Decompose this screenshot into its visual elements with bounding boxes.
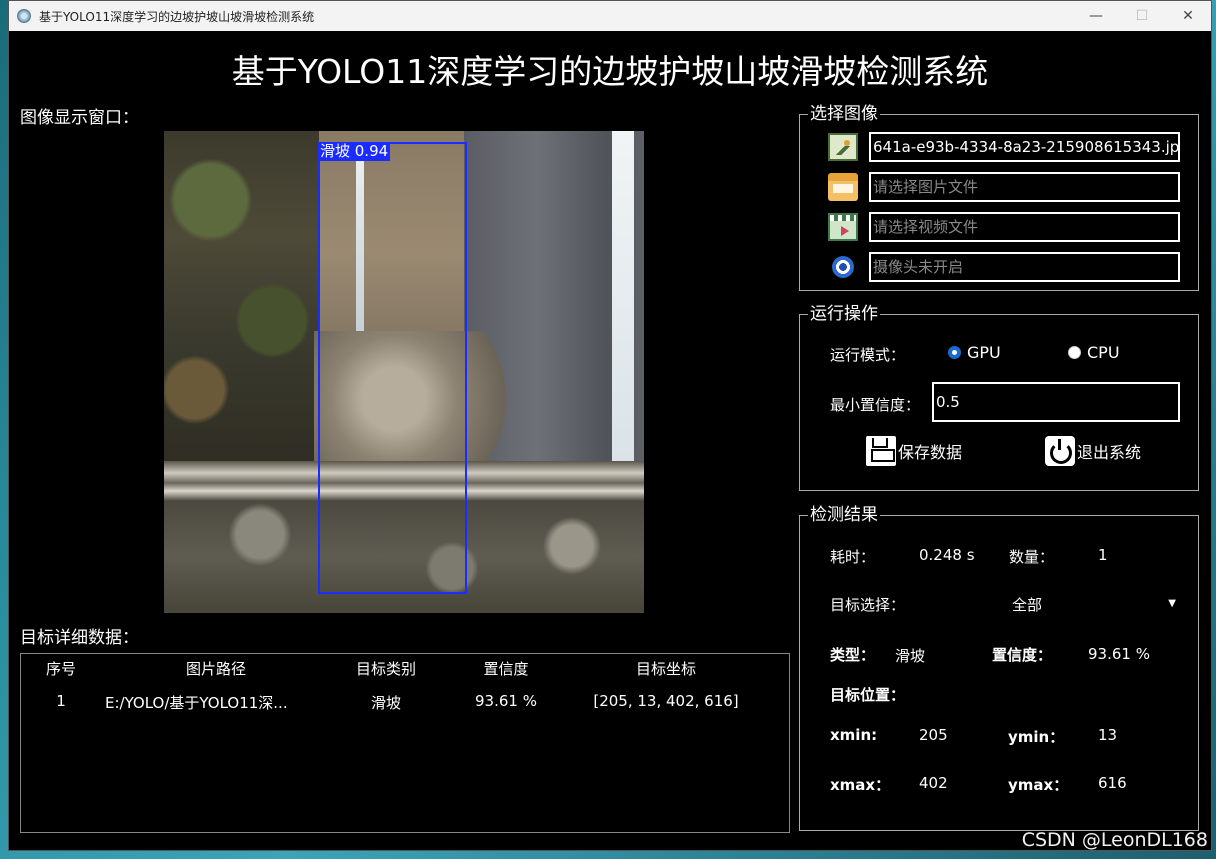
minimize-button[interactable]: —: [1073, 1, 1119, 31]
column-header[interactable]: 置信度: [441, 658, 571, 679]
column-header[interactable]: 目标类别: [331, 658, 441, 679]
column-header[interactable]: 图片路径: [101, 658, 331, 679]
run-operations-group: 运行操作 运行模式： GPU CPU 最小置信度： 0.5 保存数据 退出系统: [799, 304, 1199, 491]
ymin-label: ymin：: [1008, 728, 1065, 746]
save-data-label: 保存数据: [898, 443, 963, 462]
confidence-value: 93.61 %: [1088, 645, 1150, 663]
save-icon: [866, 436, 896, 466]
cpu-label: CPU: [1087, 343, 1120, 362]
count-label: 数量：: [1009, 548, 1055, 566]
video-icon[interactable]: [828, 213, 858, 241]
ymax-value: 616: [1098, 774, 1127, 792]
window-controls: — ☐ ✕: [1073, 1, 1211, 31]
gpu-label: GPU: [967, 343, 1001, 362]
image-panel-label: 图像显示窗口：: [20, 108, 139, 128]
camera-icon[interactable]: [832, 256, 854, 278]
ymin-value: 13: [1098, 726, 1118, 744]
type-label: 类型：: [830, 646, 876, 664]
column-header[interactable]: 序号: [21, 658, 101, 679]
detail-table[interactable]: 序号 图片路径 目标类别 置信度 目标坐标 1 E:/YOLO/基于YOLO11…: [20, 653, 790, 833]
exit-system-label: 退出系统: [1077, 443, 1142, 462]
video-path-field[interactable]: 请选择视频文件: [869, 212, 1180, 242]
app-heading: 基于YOLO11深度学习的边坡护坡山坡滑坡检测系统: [231, 52, 989, 91]
target-select-dropdown[interactable]: 全部: [1012, 594, 1042, 615]
image-display: 滑坡 0.94: [164, 131, 644, 613]
column-header[interactable]: 目标坐标: [571, 658, 761, 679]
window-title: 基于YOLO11深度学习的边坡护坡山坡滑坡检测系统: [39, 9, 315, 24]
title-bar: 基于YOLO11深度学习的边坡护坡山坡滑坡检测系统 — ☐ ✕: [9, 1, 1211, 31]
power-icon: [1045, 436, 1075, 466]
target-select-label: 目标选择：: [830, 596, 906, 614]
table-header: 序号 图片路径 目标类别 置信度 目标坐标: [21, 658, 789, 679]
select-image-title: 选择图像: [808, 104, 880, 124]
time-label: 耗时：: [830, 548, 876, 566]
cell-coordinates: [205, 13, 402, 616]: [593, 692, 739, 710]
cell-class: 滑坡: [370, 694, 401, 712]
watermark: CSDN @LeonDL168: [1021, 829, 1208, 851]
run-operations-title: 运行操作: [808, 304, 880, 324]
xmax-value: 402: [919, 774, 948, 792]
detection-result-title: 检测结果: [808, 505, 880, 525]
radio-unselected-icon: [1068, 346, 1081, 359]
image-file-row: 641a-e93b-4334-8a23-215908615343.jpg: [828, 132, 1180, 162]
target-position-label: 目标位置：: [830, 686, 906, 704]
xmin-label: xmin:: [830, 726, 878, 744]
detail-panel-label: 目标详细数据：: [20, 628, 139, 648]
detection-result-group: 检测结果 耗时： 0.248 s 数量： 1 目标选择： 全部 ▼ 类型： 滑坡…: [799, 505, 1199, 831]
maximize-button[interactable]: ☐: [1119, 1, 1165, 31]
select-image-group: 选择图像 641a-e93b-4334-8a23-215908615343.jp…: [799, 104, 1199, 291]
cell-index: 1: [56, 692, 66, 710]
image-icon[interactable]: [828, 133, 858, 161]
ymax-label: ymax：: [1008, 776, 1069, 794]
radio-selected-icon: [948, 346, 961, 359]
cell-path: E:/YOLO/基于YOLO11深...: [105, 694, 288, 712]
folder-path-field[interactable]: 请选择图片文件: [869, 172, 1180, 202]
video-file-row: 请选择视频文件: [828, 212, 1180, 242]
app-window: 基于YOLO11深度学习的边坡护坡山坡滑坡检测系统 — ☐ ✕ 基于YOLO11…: [8, 0, 1212, 851]
app-icon: [17, 9, 31, 23]
save-data-button[interactable]: 保存数据: [866, 436, 962, 466]
image-path-field[interactable]: 641a-e93b-4334-8a23-215908615343.jpg: [869, 132, 1180, 162]
min-confidence-label: 最小置信度：: [830, 396, 921, 414]
exit-system-button[interactable]: 退出系统: [1045, 436, 1141, 466]
detection-bounding-box: 滑坡 0.94: [318, 142, 467, 594]
camera-status-field[interactable]: 摄像头未开启: [869, 252, 1180, 282]
time-value: 0.248 s: [919, 546, 975, 564]
xmax-label: xmax：: [830, 776, 891, 794]
min-confidence-input[interactable]: 0.5: [932, 382, 1180, 422]
xmin-value: 205: [919, 726, 948, 744]
type-value: 滑坡: [895, 647, 926, 665]
confidence-label: 置信度：: [992, 646, 1053, 664]
run-mode-label: 运行模式：: [830, 346, 906, 364]
close-button[interactable]: ✕: [1165, 1, 1211, 31]
table-row[interactable]: 1 E:/YOLO/基于YOLO11深... 滑坡 93.61 % [205, …: [21, 692, 789, 713]
folder-icon[interactable]: [828, 173, 858, 201]
cell-confidence: 93.61 %: [475, 692, 537, 710]
gpu-radio[interactable]: GPU: [948, 343, 1001, 362]
cpu-radio[interactable]: CPU: [1068, 343, 1120, 362]
detection-label: 滑坡 0.94: [318, 142, 391, 161]
count-value: 1: [1098, 546, 1108, 564]
folder-file-row: 请选择图片文件: [828, 172, 1180, 202]
chevron-down-icon[interactable]: ▼: [1168, 598, 1176, 609]
camera-row: 摄像头未开启: [828, 252, 1180, 282]
